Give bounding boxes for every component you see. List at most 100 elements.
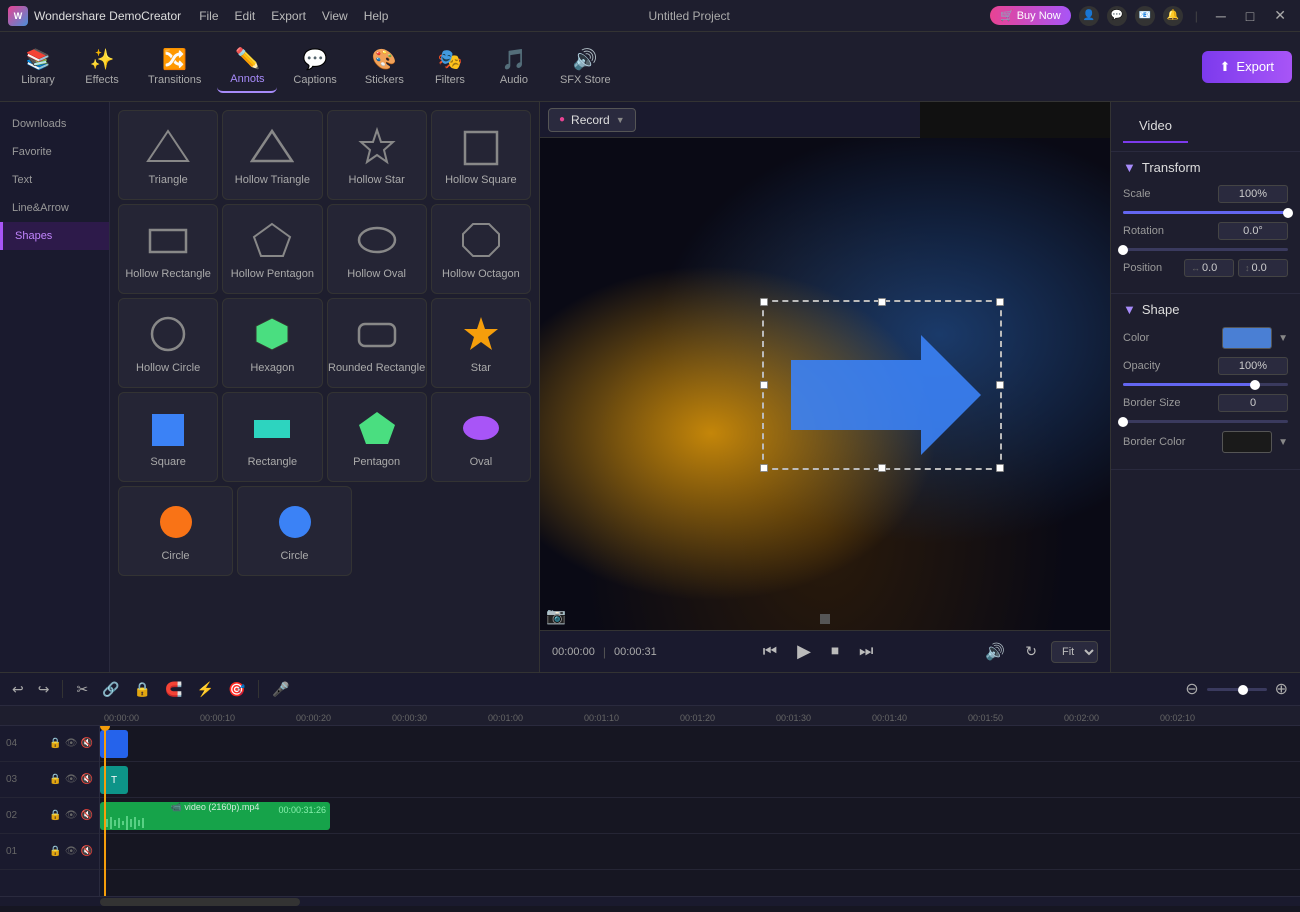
toolbar-stickers[interactable]: 🎨 Stickers [353, 41, 416, 92]
toolbar-library[interactable]: 📚 Library [8, 41, 68, 92]
sidebar-item-linearrow[interactable]: Line&Arrow [0, 194, 109, 222]
user-icon[interactable]: 👤 [1079, 6, 1099, 26]
selection-handle-ml[interactable] [760, 381, 768, 389]
record-button[interactable]: ● Record ▼ [548, 108, 636, 132]
forward-button[interactable]: ⏭ [853, 641, 879, 663]
toolbar-sfx[interactable]: 🔊 SFX Store [548, 41, 623, 92]
border-size-slider-thumb[interactable] [1118, 417, 1128, 427]
menu-view[interactable]: View [322, 9, 348, 23]
color-picker-area[interactable]: ▼ [1222, 327, 1288, 349]
shape-square[interactable]: Square [118, 392, 218, 482]
position-x-value[interactable]: ↔ 0.0 [1184, 259, 1234, 277]
opacity-value[interactable]: 100% [1218, 357, 1288, 375]
menu-file[interactable]: File [199, 9, 218, 23]
track-03-eye[interactable]: 👁 [65, 774, 78, 785]
refresh-button[interactable]: ↻ [1019, 641, 1043, 662]
selection-handle-tc[interactable] [878, 298, 886, 306]
shape-hollow-oval[interactable]: Hollow Oval [327, 204, 427, 294]
maximize-button[interactable]: □ [1240, 6, 1260, 26]
color-picker[interactable] [1222, 327, 1272, 349]
video-tab[interactable]: Video [1123, 110, 1188, 143]
border-size-slider[interactable] [1123, 420, 1288, 423]
shape-hexagon[interactable]: Hexagon [222, 298, 322, 388]
cut-button[interactable]: ✂ [72, 679, 92, 700]
volume-button[interactable]: 🔊 [979, 640, 1011, 664]
camera-icon[interactable]: 📷 [546, 606, 566, 626]
track-02-lock[interactable]: 🔒 [49, 810, 61, 821]
shape-rounded-rectangle[interactable]: Rounded Rectangle [327, 298, 427, 388]
track-01-mute[interactable]: 🔇 [81, 846, 93, 857]
minimize-button[interactable]: ─ [1210, 6, 1232, 26]
motion-button[interactable]: 🎯 [224, 679, 249, 700]
zoom-slider[interactable] [1207, 688, 1267, 691]
shape-circle-blue[interactable]: Circle [237, 486, 352, 576]
shape-circle-orange[interactable]: Circle [118, 486, 233, 576]
track-02-mute[interactable]: 🔇 [81, 810, 93, 821]
menu-edit[interactable]: Edit [235, 9, 256, 23]
rotation-slider-thumb[interactable] [1118, 245, 1128, 255]
fit-select[interactable]: Fit [1051, 641, 1098, 663]
menu-help[interactable]: Help [364, 9, 389, 23]
shape-star[interactable]: Star [431, 298, 531, 388]
stop-button[interactable]: ⏹ [825, 641, 845, 663]
shape-rectangle[interactable]: Rectangle [222, 392, 322, 482]
track-04-eye[interactable]: 👁 [65, 738, 78, 749]
selection-handle-bl[interactable] [760, 464, 768, 472]
toolbar-filters[interactable]: 🎭 Filters [420, 41, 480, 92]
border-color-dropdown-icon[interactable]: ▼ [1278, 437, 1288, 448]
scale-slider-thumb[interactable] [1283, 208, 1293, 218]
magnet-button[interactable]: 🧲 [161, 679, 186, 700]
buy-now-button[interactable]: 🛒 Buy Now [990, 6, 1071, 25]
undo-button[interactable]: ↩ [8, 679, 28, 700]
clip-02-video[interactable]: 📹 video (2160p).mp4 00:00:31:26 [100, 802, 330, 830]
sidebar-item-shapes[interactable]: Shapes [0, 222, 109, 250]
position-y-value[interactable]: ↕ 0.0 [1238, 259, 1288, 277]
scale-slider[interactable] [1123, 211, 1288, 214]
shape-oval[interactable]: Oval [431, 392, 531, 482]
color-dropdown-icon[interactable]: ▼ [1278, 333, 1288, 344]
split-button[interactable]: ⚡ [193, 679, 218, 700]
scrollbar-thumb[interactable] [100, 898, 300, 906]
toolbar-captions[interactable]: 💬 Captions [281, 41, 348, 92]
toolbar-effects[interactable]: ✨ Effects [72, 41, 132, 92]
shape-hollow-triangle[interactable]: Hollow Triangle [222, 110, 322, 200]
voice-button[interactable]: 🎤 [268, 679, 293, 700]
shape-hollow-star[interactable]: Hollow Star [327, 110, 427, 200]
lock-button[interactable]: 🔒 [130, 679, 155, 700]
selection-handle-mr[interactable] [996, 381, 1004, 389]
track-01-lock[interactable]: 🔒 [49, 846, 61, 857]
toolbar-annots[interactable]: ✏️ Annots [217, 40, 277, 93]
track-02-eye[interactable]: 👁 [65, 810, 78, 821]
rotation-slider[interactable] [1123, 248, 1288, 251]
opacity-slider-thumb[interactable] [1250, 380, 1260, 390]
track-04-lock[interactable]: 🔒 [49, 738, 61, 749]
opacity-slider[interactable] [1123, 383, 1288, 386]
toolbar-transitions[interactable]: 🔀 Transitions [136, 41, 213, 92]
border-color-picker-area[interactable]: ▼ [1222, 431, 1288, 453]
zoom-slider-thumb[interactable] [1238, 685, 1248, 695]
mail-icon[interactable]: 📧 [1135, 6, 1155, 26]
export-button[interactable]: ⬆ Export [1202, 51, 1292, 83]
play-button[interactable]: ▶ [791, 639, 817, 664]
shape-pentagon[interactable]: Pentagon [327, 392, 427, 482]
selection-handle-tr[interactable] [996, 298, 1004, 306]
selection-handle-br[interactable] [996, 464, 1004, 472]
shape-hollow-octagon[interactable]: Hollow Octagon [431, 204, 531, 294]
toolbar-audio[interactable]: 🎵 Audio [484, 41, 544, 92]
track-04-mute[interactable]: 🔇 [81, 738, 93, 749]
zoom-in-button[interactable]: ⊕ [1271, 677, 1292, 701]
shape-triangle[interactable]: Triangle [118, 110, 218, 200]
rotation-value[interactable]: 0.0° [1218, 222, 1288, 240]
community-icon[interactable]: 💬 [1107, 6, 1127, 26]
shape-hollow-pentagon[interactable]: Hollow Pentagon [222, 204, 322, 294]
selection-handle-tl[interactable] [760, 298, 768, 306]
border-size-value[interactable]: 0 [1218, 394, 1288, 412]
ripple-button[interactable]: 🔗 [98, 679, 123, 700]
border-color-picker[interactable] [1222, 431, 1272, 453]
track-01-eye[interactable]: 👁 [65, 846, 78, 857]
rewind-button[interactable]: ⏮ [757, 641, 783, 663]
shape-overlay-arrow[interactable] [791, 325, 991, 465]
scale-value[interactable]: 100% [1218, 185, 1288, 203]
shape-hollow-square[interactable]: Hollow Square [431, 110, 531, 200]
track-03-mute[interactable]: 🔇 [81, 774, 93, 785]
